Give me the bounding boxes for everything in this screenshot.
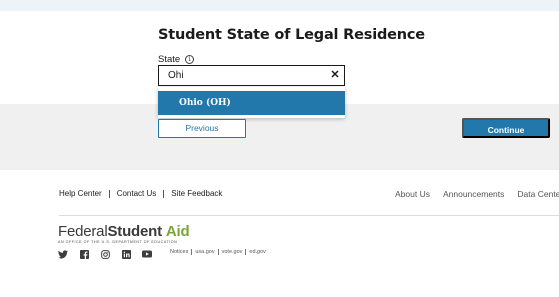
continue-button[interactable]: Continue (462, 118, 550, 138)
federal-student-aid-logo[interactable]: FederalStudent Aid An Office of the U.S.… (58, 223, 190, 244)
state-label-text: State (158, 54, 181, 65)
footer-link-announcements[interactable]: Announcements (443, 189, 504, 199)
logo-word-federal: Federal (58, 223, 108, 240)
legal-link-ed-gov[interactable]: ed.gov (249, 249, 266, 255)
top-strip (0, 0, 559, 11)
state-suggestions-dropdown: Ohio (OH) (158, 87, 345, 118)
logo-tagline: An Office of the U.S. Department of Educ… (58, 240, 178, 244)
linkedin-icon[interactable] (121, 249, 131, 259)
legal-separator (245, 249, 247, 255)
clear-icon[interactable]: ✕ (328, 68, 342, 83)
legal-link-notices[interactable]: Notices (170, 249, 188, 255)
legal-links: Notices usa.gov vote.gov ed.gov (170, 249, 266, 255)
instagram-icon[interactable] (100, 249, 110, 259)
twitter-icon[interactable] (58, 249, 68, 259)
state-field-label: State i (158, 54, 195, 65)
footer-help-links: Help Center Contact Us Site Feedback (59, 189, 222, 198)
footer-link-data-center[interactable]: Data Center (517, 189, 559, 199)
facebook-icon[interactable] (79, 249, 89, 259)
page-title: Student State of Legal Residence (158, 27, 425, 43)
legal-link-usa-gov[interactable]: usa.gov (195, 249, 214, 255)
legal-separator (191, 249, 193, 255)
footer-separator (163, 189, 165, 198)
info-icon[interactable]: i (185, 55, 195, 64)
dropdown-option-ohio[interactable]: Ohio (OH) (158, 91, 345, 115)
logo-wordmark: FederalStudent Aid (58, 223, 190, 240)
logo-word-student: Student (107, 223, 162, 240)
footer-separator (108, 189, 110, 198)
state-input[interactable] (158, 65, 345, 86)
footer-link-contact-us[interactable]: Contact Us (117, 189, 157, 198)
footer-link-help-center[interactable]: Help Center (59, 189, 102, 198)
youtube-icon[interactable] (142, 249, 152, 259)
legal-separator (217, 249, 219, 255)
logo-word-aid: Aid (165, 223, 190, 240)
social-links (58, 249, 152, 259)
footer-nav-links: About Us Announcements Data Center (395, 189, 559, 199)
previous-button[interactable]: Previous (158, 119, 246, 138)
legal-link-vote-gov[interactable]: vote.gov (222, 249, 243, 255)
footer-divider (59, 215, 559, 216)
footer-link-about-us[interactable]: About Us (395, 189, 430, 199)
footer-link-site-feedback[interactable]: Site Feedback (171, 189, 222, 198)
